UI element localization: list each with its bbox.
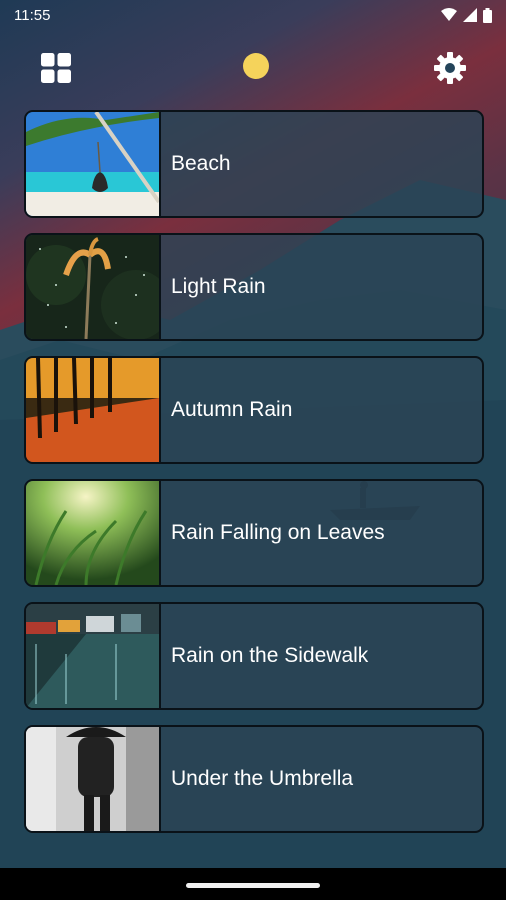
sun-icon <box>243 53 269 79</box>
sound-title: Rain on the Sidewalk <box>171 644 369 667</box>
settings-button[interactable] <box>428 46 472 90</box>
sound-title: Under the Umbrella <box>171 767 354 790</box>
sound-title: Rain Falling on Leaves <box>171 521 385 544</box>
status-bar: 11:55 <box>0 0 506 30</box>
status-time: 11:55 <box>14 6 51 24</box>
umbrella-walker-thumbnail <box>26 727 161 831</box>
sound-card-rain-falling-on-leaves[interactable]: Rain Falling on Leaves <box>24 479 484 587</box>
home-gesture-handle[interactable] <box>186 883 320 888</box>
sound-card-autumn-rain[interactable]: Autumn Rain <box>24 356 484 464</box>
grass-raindrops-thumbnail <box>26 481 161 585</box>
sound-card-light-rain[interactable]: Light Rain <box>24 233 484 341</box>
sound-card-rain-on-the-sidewalk[interactable]: Rain on the Sidewalk <box>24 602 484 710</box>
sound-title: Beach <box>171 152 231 175</box>
sound-card-beach[interactable]: Beach <box>24 110 484 218</box>
battery-icon <box>483 7 492 23</box>
light-rain-palm-thumbnail <box>26 235 161 339</box>
gear-icon <box>434 52 466 84</box>
signal-icon <box>463 8 477 22</box>
rainy-street-thumbnail <box>26 604 161 708</box>
top-toolbar <box>0 40 506 94</box>
beach-hammock-thumbnail <box>26 112 161 216</box>
autumn-forest-thumbnail <box>26 358 161 462</box>
grid-icon <box>41 53 71 83</box>
sound-card-under-the-umbrella[interactable]: Under the Umbrella <box>24 725 484 833</box>
status-icons <box>441 7 492 23</box>
wifi-icon <box>441 8 457 21</box>
categories-button[interactable] <box>36 48 76 88</box>
theme-toggle-button[interactable] <box>238 48 274 84</box>
sound-title: Autumn Rain <box>171 398 293 421</box>
sound-title: Light Rain <box>171 275 266 298</box>
navigation-bar <box>0 868 506 900</box>
sounds-list: Beach Light Rain Autumn Rain Rain Fallin… <box>24 110 484 848</box>
